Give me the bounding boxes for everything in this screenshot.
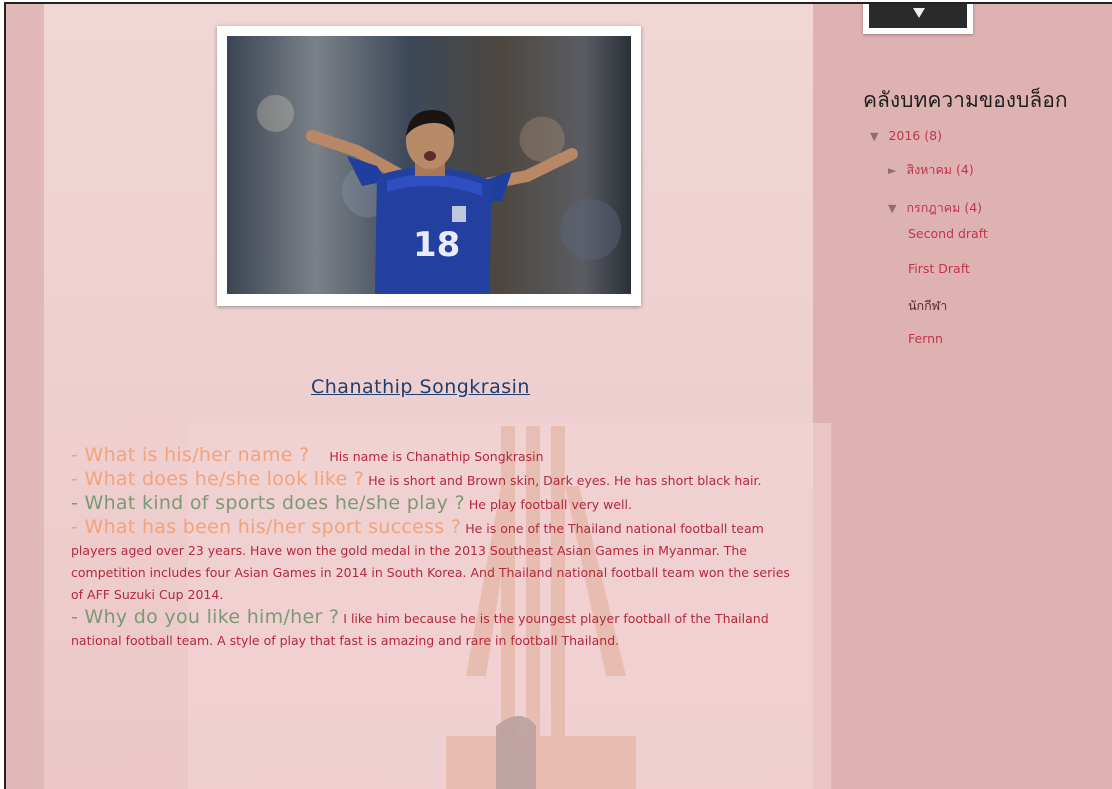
qa-item-2: - What does he/she look like ? He is sho… xyxy=(71,468,801,492)
archive-month-july[interactable]: ▼ กรกฎาคม (4) xyxy=(888,198,982,218)
question-1: - What is his/her name ? xyxy=(71,444,310,466)
blog-archive-title: คลังบทความของบล็อก xyxy=(863,88,1068,112)
triangle-down-icon[interactable]: ▼ xyxy=(888,202,896,215)
page-left-margin xyxy=(6,4,44,789)
jersey-number: 18 xyxy=(413,225,460,265)
archive-year-count: (8) xyxy=(924,128,942,143)
player-figure: 18 xyxy=(306,110,578,294)
archive-post-link[interactable]: Second draft xyxy=(908,226,988,241)
post-body: - What is his/her name ? His name is Cha… xyxy=(71,444,801,652)
archive-month-count: (4) xyxy=(956,162,974,177)
archive-post-link[interactable]: นักกีฬา xyxy=(908,296,947,316)
archive-post-title[interactable]: First Draft xyxy=(908,261,970,276)
blog-page: 18 Chanathip Songkrasin - What is his/he… xyxy=(4,2,1112,789)
question-2: - What does he/she look like ? xyxy=(71,468,365,490)
triangle-down-icon[interactable]: ▼ xyxy=(870,130,878,143)
archive-post-link[interactable]: First Draft xyxy=(908,261,970,276)
qa-item-5: - Why do you like him/her ? I like him b… xyxy=(71,606,801,652)
answer-1: His name is Chanathip Songkrasin xyxy=(329,449,544,464)
sidebar-top-image-content xyxy=(869,4,967,28)
post-photo-frame: 18 xyxy=(217,26,641,306)
archive-month-count: (4) xyxy=(964,200,983,215)
question-3: - What kind of sports does he/she play ? xyxy=(71,492,465,514)
question-4: - What has been his/her sport success ? xyxy=(71,516,462,538)
archive-month-august[interactable]: ► สิงหาคม (4) xyxy=(888,160,974,180)
question-5: - Why do you like him/her ? xyxy=(71,606,340,628)
sidebar-background xyxy=(813,4,1112,789)
archive-year-label[interactable]: 2016 xyxy=(888,128,920,143)
archive-month-label[interactable]: สิงหาคม xyxy=(906,162,952,177)
archive-post-title[interactable]: Fernn xyxy=(908,331,943,346)
player-photo[interactable]: 18 xyxy=(227,36,631,294)
triangle-right-icon[interactable]: ► xyxy=(888,164,896,177)
answer-2: He is short and Brown skin, Dark eyes. H… xyxy=(368,473,762,488)
qa-item-3: - What kind of sports does he/she play ?… xyxy=(71,492,801,516)
post-title-link[interactable]: Chanathip Songkrasin xyxy=(311,376,530,398)
archive-month-label[interactable]: กรกฎาคม xyxy=(906,200,960,215)
archive-post-link[interactable]: Fernn xyxy=(908,331,943,346)
archive-post-title[interactable]: นักกีฬา xyxy=(908,298,947,313)
sidebar-top-image[interactable] xyxy=(863,4,973,34)
qa-item-4: - What has been his/her sport success ? … xyxy=(71,516,801,606)
qa-item-1: - What is his/her name ? His name is Cha… xyxy=(71,444,801,468)
archive-post-title[interactable]: Second draft xyxy=(908,226,988,241)
archive-year-2016[interactable]: ▼ 2016 (8) xyxy=(870,128,942,143)
answer-3: He play football very well. xyxy=(468,497,632,512)
